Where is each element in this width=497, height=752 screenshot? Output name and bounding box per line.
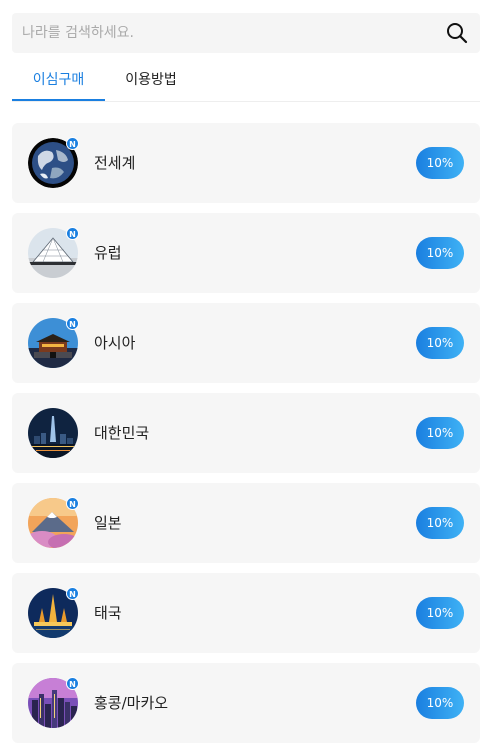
tab-bar: 이심구매 이용방법 — [12, 60, 480, 102]
hongkong-skyline-image: N — [28, 677, 79, 728]
new-badge: N — [66, 677, 79, 690]
new-badge: N — [66, 137, 79, 150]
seoul-night-skyline-image — [28, 408, 78, 458]
region-name: 일본 — [94, 514, 122, 532]
discount-badge: 10% — [416, 597, 464, 629]
new-badge: N — [66, 317, 79, 330]
search-input[interactable] — [22, 13, 432, 53]
search-bar — [12, 13, 480, 53]
search-icon[interactable] — [446, 22, 468, 44]
tab-esim-purchase[interactable]: 이심구매 — [12, 60, 105, 101]
discount-badge: 10% — [416, 327, 464, 359]
region-card-world[interactable]: N 전세계 10% — [12, 123, 480, 203]
discount-badge: 10% — [416, 417, 464, 449]
tab-how-to-use[interactable]: 이용방법 — [109, 60, 193, 101]
palace-gate-image: N — [28, 317, 79, 368]
region-card-hongkong-macau[interactable]: N 홍콩/마카오 10% — [12, 663, 480, 743]
discount-badge: 10% — [416, 147, 464, 179]
region-name: 전세계 — [94, 154, 136, 172]
region-card-asia[interactable]: N 아시아 10% — [12, 303, 480, 383]
louvre-pyramid-image: N — [28, 227, 79, 278]
region-name: 홍콩/마카오 — [94, 694, 169, 712]
new-badge: N — [66, 497, 79, 510]
region-name: 태국 — [94, 604, 122, 622]
region-card-korea[interactable]: 대한민국 10% — [12, 393, 480, 473]
new-badge: N — [66, 587, 79, 600]
region-card-thailand[interactable]: N 태국 10% — [12, 573, 480, 653]
mount-fuji-cherry-blossom-image: N — [28, 497, 79, 548]
region-name: 유럽 — [94, 244, 122, 262]
discount-badge: 10% — [416, 507, 464, 539]
region-name: 아시아 — [94, 334, 136, 352]
new-badge: N — [66, 227, 79, 240]
discount-badge: 10% — [416, 237, 464, 269]
region-card-europe[interactable]: N 유럽 10% — [12, 213, 480, 293]
globe-image: N — [28, 137, 79, 188]
region-card-japan[interactable]: N 일본 10% — [12, 483, 480, 563]
region-name: 대한민국 — [94, 424, 150, 442]
discount-badge: 10% — [416, 687, 464, 719]
thai-temple-night-image: N — [28, 587, 79, 638]
